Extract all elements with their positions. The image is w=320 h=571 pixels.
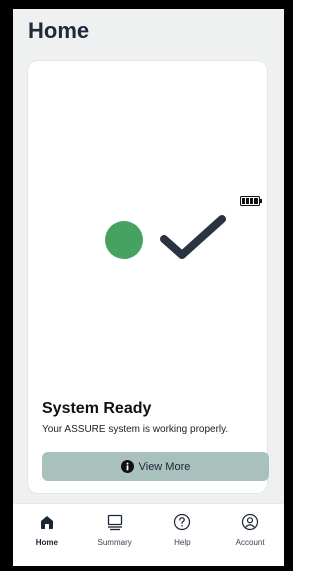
tab-help-label: Help [174, 538, 191, 547]
checkmark-icon [160, 215, 226, 259]
battery-full-icon [240, 196, 262, 206]
tab-home-label: Home [35, 538, 58, 547]
home-icon [40, 516, 53, 529]
page-title: Home [28, 18, 90, 43]
tab-summary[interactable]: Summary [83, 504, 147, 566]
status-title: System Ready [42, 400, 152, 417]
help-icon [174, 513, 191, 531]
account-icon [242, 513, 259, 531]
tab-help[interactable]: Help [150, 504, 214, 566]
tab-account[interactable]: Account [218, 504, 282, 566]
info-icon [120, 460, 134, 473]
status-indicator-dot [105, 221, 143, 259]
view-more-label: View More [138, 460, 191, 473]
tab-summary-label: Summary [97, 538, 132, 547]
summary-icon [107, 514, 122, 531]
tab-account-label: Account [235, 538, 265, 547]
tab-home[interactable]: Home [15, 504, 79, 566]
bottom-tab-bar: Home Summary Help Account [13, 503, 284, 566]
app-screen: Home System Ready Your ASSURE system is … [0, 0, 293, 571]
status-description: Your ASSURE system is working properly. [42, 424, 229, 435]
view-more-button[interactable]: View More [42, 452, 269, 481]
